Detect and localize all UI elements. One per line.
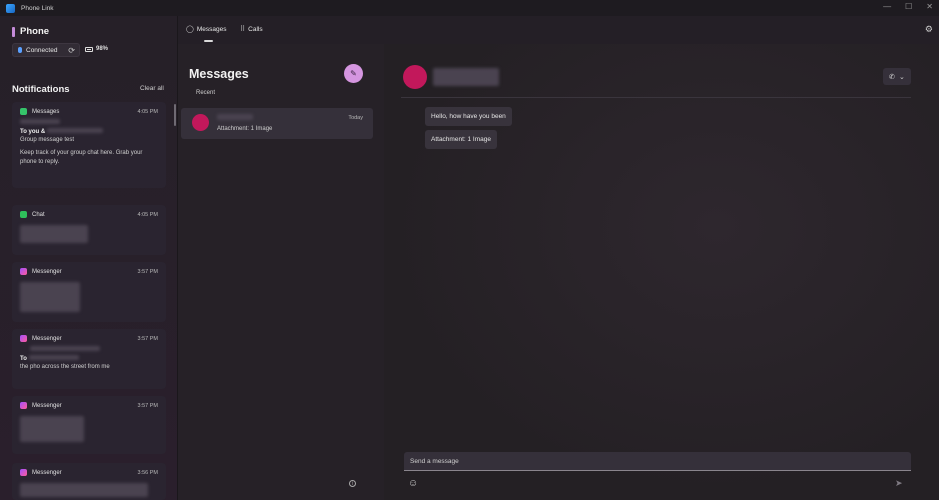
clear-all-button[interactable]: Clear all — [140, 85, 164, 92]
redacted-content — [20, 483, 148, 497]
sidebar: Phone Connected ⟳ 98% Notifications Clea… — [0, 16, 178, 500]
message-input[interactable] — [404, 452, 911, 470]
tab-messages-label: Messages — [196, 25, 227, 33]
chevron-down-icon: ⌄ — [899, 73, 905, 81]
avatar — [192, 114, 209, 131]
notification-recipients: To you & — [20, 128, 46, 135]
battery-level: 98% — [96, 46, 109, 52]
close-button[interactable]: ✕ — [926, 2, 933, 11]
messenger-app-icon — [20, 469, 27, 476]
phone-title: Phone — [20, 26, 50, 37]
notification-card[interactable]: Messenger 3:57 PM — [12, 396, 166, 454]
message-text: Hello, how have you been — [431, 113, 506, 120]
notification-time: 4:05 PM — [137, 211, 158, 218]
notification-app: Messages — [32, 108, 60, 115]
notification-card[interactable]: Messages 4:05 PM To you & Group message … — [12, 102, 166, 188]
chat-app-icon — [20, 211, 27, 218]
active-tab-indicator — [204, 40, 213, 42]
notification-card[interactable]: Messenger 3:57 PM — [12, 262, 166, 322]
notification-subtitle: Group message test — [20, 137, 75, 144]
notification-card[interactable]: Messenger 3:57 PM To the pho across the … — [12, 329, 166, 389]
call-button[interactable]: ✆ ⌄ — [883, 68, 911, 85]
notification-time: 4:05 PM — [137, 108, 158, 115]
redacted-name — [46, 127, 103, 133]
notification-app: Messenger — [32, 335, 62, 342]
redacted-sender — [20, 119, 60, 124]
redacted-content — [20, 225, 88, 243]
recent-label: Recent — [196, 90, 216, 96]
redacted-content — [20, 282, 80, 312]
messenger-app-icon — [20, 335, 27, 342]
notification-time: 3:57 PM — [137, 335, 158, 342]
notification-body: the pho across the street from me — [20, 364, 110, 371]
messenger-app-icon — [20, 268, 27, 275]
send-icon[interactable]: ➤ — [895, 478, 903, 489]
connection-status-pill[interactable]: Connected ⟳ — [12, 43, 80, 57]
notifications-title: Notifications — [12, 84, 70, 95]
notification-recipients: To — [20, 355, 27, 362]
notification-app: Messenger — [32, 402, 62, 409]
redacted-sender — [30, 346, 100, 351]
notification-time: 3:57 PM — [137, 402, 158, 409]
contact-avatar — [403, 65, 427, 89]
window-title: Phone Link — [21, 4, 54, 12]
top-navigation: ◯ Messages ⠿ Calls ⚙ — [178, 16, 939, 44]
redacted-contact-name — [433, 68, 499, 86]
window-controls: — ☐ ✕ — [883, 2, 933, 11]
compose-icon: ✎ — [350, 69, 357, 78]
sync-icon[interactable]: ⟳ — [68, 46, 75, 55]
sidebar-scrollbar[interactable] — [174, 104, 176, 126]
battery-icon — [85, 46, 93, 52]
message-bubble[interactable]: Attachment: 1 Image — [425, 130, 497, 149]
tab-messages[interactable]: ◯ Messages — [186, 25, 227, 34]
conversation-time: Today — [348, 115, 363, 121]
messages-list-pane: Messages ✎ Recent Today Attachment: 1 Im… — [178, 44, 384, 500]
notification-time: 3:56 PM — [137, 469, 158, 476]
notification-app: Messenger — [32, 268, 62, 275]
header-divider — [401, 97, 911, 98]
tab-calls[interactable]: ⠿ Calls — [240, 25, 263, 34]
message-bubble[interactable]: Hello, how have you been — [425, 107, 512, 126]
settings-gear-icon[interactable]: ⚙ — [925, 24, 933, 35]
notification-app: Chat — [32, 211, 45, 218]
message-text: Attachment: 1 Image — [431, 136, 491, 143]
info-icon[interactable]: i — [349, 480, 356, 487]
title-bar: Phone Link — ☐ ✕ — [0, 0, 939, 16]
conversation-preview: Attachment: 1 Image — [217, 126, 273, 132]
phone-link-logo-icon — [6, 3, 15, 13]
conversation-list-item[interactable]: Today Attachment: 1 Image — [181, 108, 373, 139]
tab-calls-label: Calls — [248, 25, 263, 33]
phone-accent-bar — [12, 26, 15, 37]
minimize-button[interactable]: — — [883, 2, 891, 11]
notification-card[interactable]: Chat 4:05 PM — [12, 205, 166, 255]
messages-title: Messages — [189, 67, 249, 81]
notification-body: Keep track of your group chat here. Grab… — [20, 150, 143, 165]
maximize-button[interactable]: ☐ — [905, 2, 912, 11]
conversation-pane: ✆ ⌄ Hello, how have you been Attachment:… — [384, 44, 939, 500]
message-input-box[interactable] — [404, 452, 911, 471]
dialpad-icon: ⠿ — [240, 26, 246, 33]
notification-time: 3:57 PM — [137, 268, 158, 275]
connection-status: Connected — [26, 46, 58, 54]
messages-app-icon — [20, 108, 27, 115]
redacted-contact-name — [217, 114, 253, 120]
emoji-icon[interactable]: ☺ — [408, 478, 418, 489]
redacted-content — [20, 416, 84, 442]
bluetooth-icon — [18, 47, 22, 53]
notification-app: Messenger — [32, 469, 62, 476]
phone-icon: ✆ — [889, 73, 895, 81]
phone-header: Phone — [12, 26, 49, 37]
notification-card[interactable]: Messenger 3:56 PM — [12, 463, 166, 500]
messages-tab-icon: ◯ — [186, 26, 194, 33]
new-message-button[interactable]: ✎ — [344, 64, 363, 83]
redacted-name — [28, 354, 79, 360]
battery-status: 98% — [85, 46, 108, 52]
messenger-app-icon — [20, 402, 27, 409]
